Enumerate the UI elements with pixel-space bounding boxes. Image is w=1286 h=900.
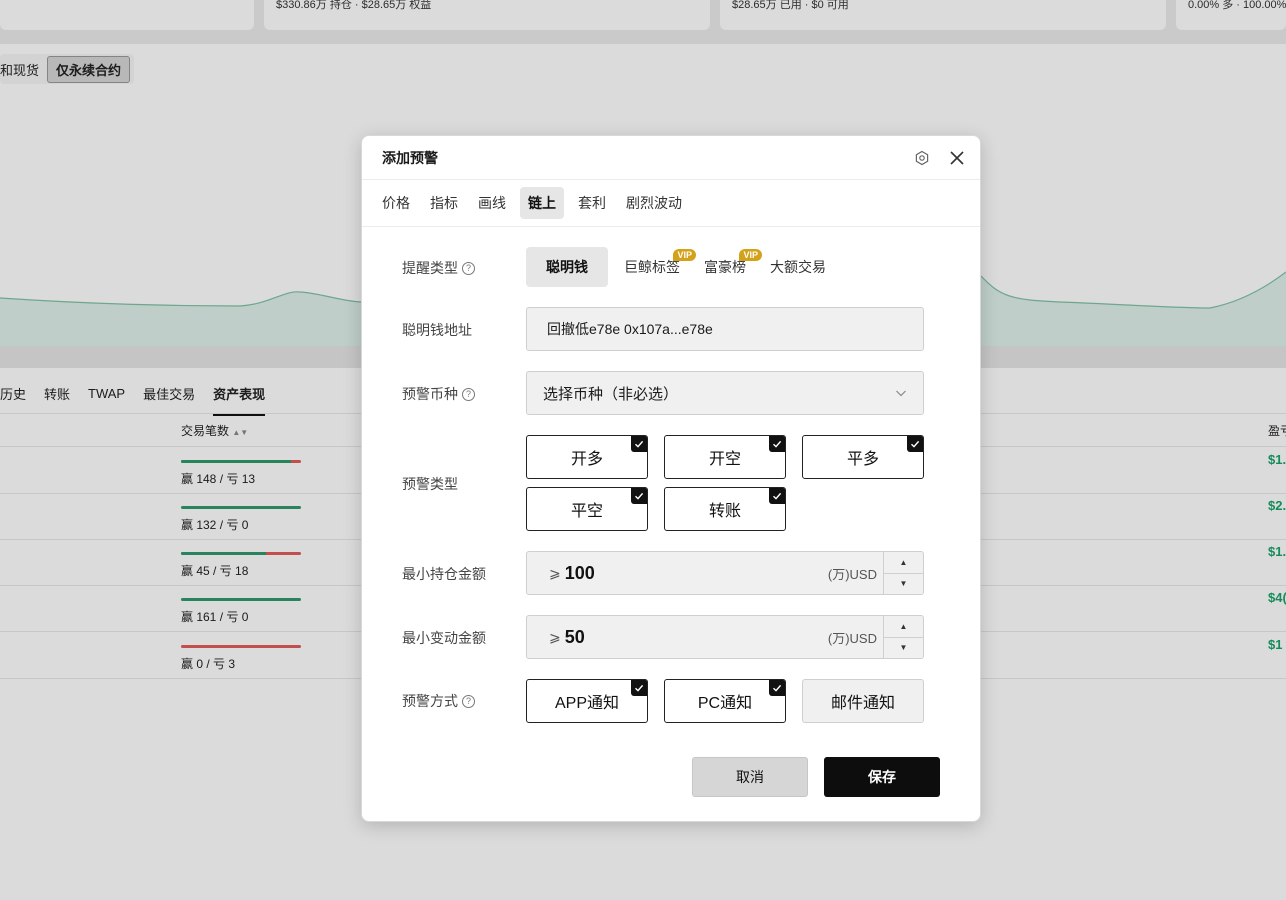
notify-option-label: APP通知: [554, 695, 620, 712]
tab-onchain[interactable]: 链上: [520, 187, 564, 219]
dialog-header: 添加预警: [362, 136, 980, 180]
tab-volatility[interactable]: 剧烈波动: [620, 187, 688, 219]
coin-label-text: 预警币种: [402, 386, 458, 402]
settings-icon[interactable]: [914, 150, 930, 166]
notify-option-label: 邮件通知: [830, 695, 895, 712]
warn-type-transfer[interactable]: 转账: [664, 487, 786, 531]
dialog-title: 添加预警: [382, 149, 438, 166]
decrement-arrow-icon[interactable]: ▼: [884, 572, 923, 595]
address-label-text: 聪明钱地址: [402, 322, 472, 338]
min-change-input[interactable]: ⩾ 50 (万)USD ▲ ▼: [526, 615, 924, 659]
vip-badge: VIP: [673, 249, 696, 261]
warn-type-open-long[interactable]: 开多: [526, 435, 648, 479]
warn-type-option-label: 平空: [570, 503, 603, 520]
checkmark-icon: [769, 436, 785, 452]
increment-arrow-icon[interactable]: ▲: [884, 616, 923, 637]
alert-type-smart-money[interactable]: 聪明钱: [526, 247, 608, 287]
alert-category-tabs: 价格 指标 画线 链上 套利 剧烈波动: [362, 180, 980, 227]
checkmark-icon: [907, 436, 923, 452]
vip-badge: VIP: [739, 249, 762, 261]
warn-type-option-label: 开空: [708, 451, 741, 468]
min-position-label-text: 最小持仓金额: [402, 566, 486, 582]
warn-type-open-short[interactable]: 开空: [664, 435, 786, 479]
quantity-stepper: ▲ ▼: [883, 616, 923, 658]
warn-type-close-long[interactable]: 平多: [802, 435, 924, 479]
min-change-label-text: 最小变动金额: [402, 630, 486, 646]
alert-type-option-label: 大额交易: [770, 259, 826, 275]
coin-select[interactable]: 选择币种（非必选）: [526, 371, 924, 415]
save-button[interactable]: 保存: [824, 757, 940, 797]
tab-price[interactable]: 价格: [376, 187, 416, 219]
tab-indicator[interactable]: 指标: [424, 187, 464, 219]
gte-symbol: ⩾: [549, 628, 561, 645]
alert-type-option-label: 巨鲸标签: [624, 259, 680, 275]
min-position-value[interactable]: 100: [565, 563, 828, 584]
add-alert-dialog: 添加预警 价格 指标 画线 链上 套利 剧烈波动 提醒类型 ? 聪明钱 巨鲸标签…: [361, 135, 981, 822]
alert-type-option-label: 聪明钱: [546, 259, 588, 275]
min-position-label: 最小持仓金额: [402, 564, 486, 584]
help-icon[interactable]: ?: [462, 261, 475, 275]
warn-type-option-label: 转账: [708, 503, 741, 520]
warn-type-close-short[interactable]: 平空: [526, 487, 648, 531]
warn-type-option-label: 开多: [570, 451, 603, 468]
notify-email[interactable]: 邮件通知: [802, 679, 924, 723]
alert-type-large-trade[interactable]: 大额交易: [762, 247, 834, 287]
gte-symbol: ⩾: [549, 564, 561, 581]
checkmark-icon: [769, 488, 785, 504]
min-change-label: 最小变动金额: [402, 628, 486, 648]
help-icon[interactable]: ?: [462, 694, 475, 708]
coin-label: 预警币种 ?: [402, 384, 475, 404]
decrement-arrow-icon[interactable]: ▼: [884, 636, 923, 659]
checkmark-icon: [631, 436, 647, 452]
checkmark-icon: [769, 680, 785, 696]
notify-pc[interactable]: PC通知: [664, 679, 786, 723]
increment-arrow-icon[interactable]: ▲: [884, 552, 923, 573]
address-value: 回撤低e78e 0x107a...e78e: [547, 321, 713, 337]
chevron-down-icon: [896, 390, 906, 397]
warn-type-label-text: 预警类型: [402, 476, 458, 492]
quantity-stepper: ▲ ▼: [883, 552, 923, 594]
notify-label-text: 预警方式: [402, 693, 458, 709]
notify-label: 预警方式 ?: [402, 691, 475, 711]
warn-type-option-label: 平多: [846, 451, 879, 468]
warn-type-label: 预警类型: [402, 474, 458, 494]
help-icon[interactable]: ?: [462, 387, 475, 401]
checkmark-icon: [631, 680, 647, 696]
alert-type-whale-tag[interactable]: 巨鲸标签 VIP: [616, 247, 696, 287]
min-position-input[interactable]: ⩾ 100 (万)USD ▲ ▼: [526, 551, 924, 595]
checkmark-icon: [631, 488, 647, 504]
min-change-value[interactable]: 50: [565, 627, 828, 648]
notify-option-label: PC通知: [697, 695, 753, 712]
cancel-button[interactable]: 取消: [692, 757, 808, 797]
alert-type-label-text: 提醒类型: [402, 260, 458, 276]
unit-label: (万)USD: [827, 630, 877, 646]
unit-label: (万)USD: [827, 566, 877, 582]
coin-select-placeholder: 选择币种（非必选）: [543, 385, 679, 403]
alert-type-rich-list[interactable]: 富豪榜 VIP: [696, 247, 762, 287]
alert-type-label: 提醒类型 ?: [402, 258, 475, 278]
smart-money-address-field[interactable]: 回撤低e78e 0x107a...e78e: [526, 307, 924, 351]
notify-app[interactable]: APP通知: [526, 679, 648, 723]
address-label: 聪明钱地址: [402, 320, 472, 340]
close-icon[interactable]: [948, 149, 966, 167]
alert-type-selector: 聪明钱 巨鲸标签 VIP 富豪榜 VIP 大额交易: [526, 247, 842, 287]
tab-arbitrage[interactable]: 套利: [572, 187, 612, 219]
tab-drawing[interactable]: 画线: [472, 187, 512, 219]
